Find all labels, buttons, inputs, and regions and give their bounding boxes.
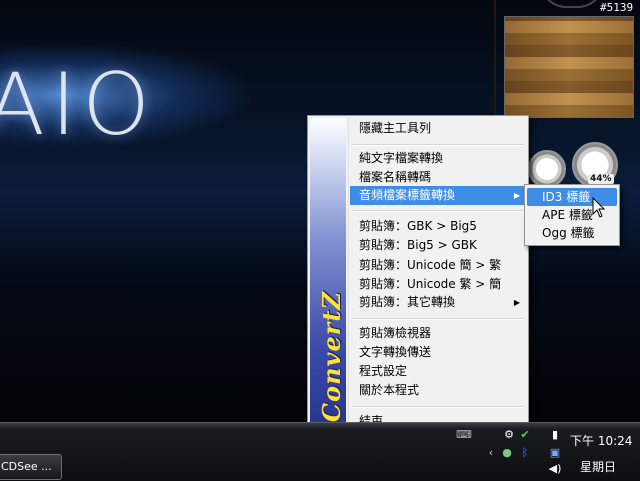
taskbar-button-acdsee[interactable]: CDSee ... (0, 454, 62, 480)
menu-item-label: 剪貼簿：GBK > Big5 (359, 219, 477, 233)
mouse-cursor-icon (592, 197, 606, 218)
menu-separator (352, 318, 524, 320)
submenu-item-label: APE 標籤 (542, 208, 593, 222)
safely-remove-icon[interactable]: ✔ (518, 428, 532, 442)
menu-item-label: 剪貼簿：其它轉換 (359, 295, 456, 309)
menu-item-clipboard-other[interactable]: 剪貼簿：其它轉換 ▶ (350, 293, 526, 312)
menu-item-clipboard-big5-gbk[interactable]: 剪貼簿：Big5 > GBK (350, 236, 526, 255)
show-hidden-icons-arrow[interactable]: ‹ (484, 446, 498, 460)
convertz-context-menu: ConvertZ 隱藏主工具列 純文字檔案轉換 檔案名稱轉碼 音頻檔案標籤轉換 ▶… (307, 115, 529, 430)
meter-dial-small (528, 150, 566, 188)
submenu-arrow-icon: ▶ (513, 298, 520, 307)
menu-item-about[interactable]: 關於本程式 (350, 381, 526, 400)
slideshow-gadget[interactable] (504, 16, 634, 118)
submenu-item-ogg[interactable]: Ogg 標籤 (527, 224, 617, 242)
menu-item-label: 剪貼簿：Big5 > GBK (359, 238, 477, 252)
menu-separator (352, 210, 524, 212)
menu-item-clipboard-unicode-s2t[interactable]: 剪貼簿：Unicode 簡 > 繁 (350, 256, 526, 275)
user-icon[interactable]: ● (500, 446, 514, 460)
menu-item-label: 音頻檔案標籤轉換 (359, 188, 456, 202)
menu-item-text-file-convert[interactable]: 純文字檔案轉換 (350, 149, 526, 168)
menu-item-label: 剪貼簿：Unicode 簡 > 繁 (359, 258, 502, 272)
menu-item-label: 純文字檔案轉換 (359, 151, 444, 165)
menu-item-label: 檔案名稱轉碼 (359, 170, 432, 184)
menu-item-label: 剪貼簿檢視器 (359, 326, 432, 340)
menu-item-filename-convert[interactable]: 檔案名稱轉碼 (350, 168, 526, 187)
menu-brand-label: ConvertZ (317, 290, 346, 422)
menu-separator (352, 406, 524, 408)
menu-item-label: 程式設定 (359, 364, 408, 378)
vaio-logo: AIO (0, 55, 156, 155)
bluetooth-icon[interactable]: ᛒ (518, 446, 532, 460)
menu-item-label: 文字轉換傳送 (359, 345, 432, 359)
volume-icon[interactable]: ◀) (548, 462, 562, 476)
menu-item-text-send[interactable]: 文字轉換傳送 (350, 343, 526, 362)
taskbar (0, 422, 640, 481)
meter-percent: 44% (588, 174, 614, 184)
network-activity-icon[interactable]: ⚙ (502, 428, 516, 442)
submenu-item-label: ID3 標籤 (542, 190, 591, 204)
menu-item-label: 關於本程式 (359, 383, 420, 397)
gadget-counter-text: #5139 (600, 1, 634, 14)
menu-gutter (348, 118, 349, 427)
menu-item-clipboard-viewer[interactable]: 剪貼簿檢視器 (350, 324, 526, 343)
submenu-arrow-icon: ▶ (513, 191, 520, 200)
menu-item-label: 隱藏主工具列 (359, 121, 432, 135)
submenu-item-label: Ogg 標籤 (542, 226, 595, 240)
menu-item-audio-tag-convert[interactable]: 音頻檔案標籤轉換 ▶ (350, 186, 526, 205)
menu-item-label: 剪貼簿：Unicode 繁 > 簡 (359, 277, 502, 291)
keyboard-icon[interactable]: ⌨ (456, 428, 472, 442)
menu-item-settings[interactable]: 程式設定 (350, 362, 526, 381)
clock-day[interactable]: 星期日 (580, 458, 616, 475)
clock-time[interactable]: 下午 10:24 (570, 432, 632, 449)
menu-separator (352, 144, 524, 146)
menu-item-clipboard-unicode-t2s[interactable]: 剪貼簿：Unicode 繁 > 簡 (350, 275, 526, 294)
battery-icon[interactable]: ▮ (548, 428, 562, 442)
network-icon[interactable]: ▣ (548, 446, 562, 460)
menu-item-clipboard-gbk-big5[interactable]: 剪貼簿：GBK > Big5 (350, 217, 526, 236)
menu-item-hide-toolbar[interactable]: 隱藏主工具列 (350, 119, 526, 138)
